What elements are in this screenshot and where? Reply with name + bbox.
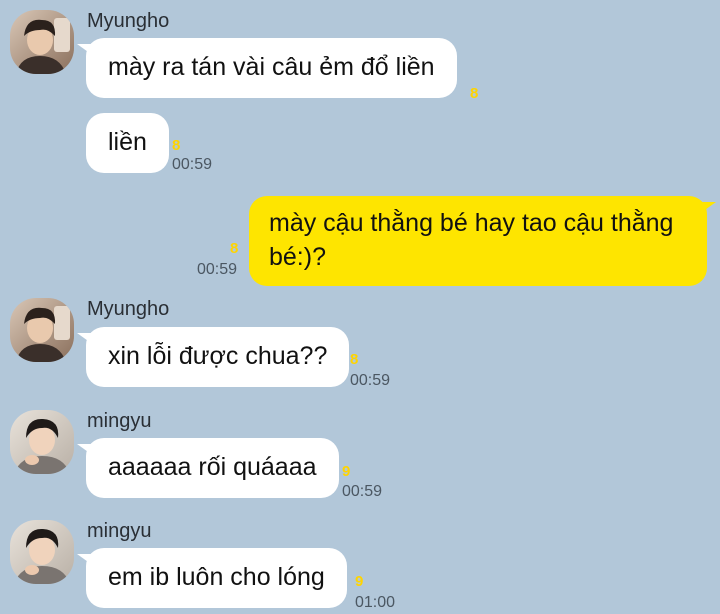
- unread-count: 8: [230, 240, 239, 257]
- message-timestamp: 00:59: [172, 156, 213, 173]
- mingyu-avatar-icon: [10, 410, 74, 474]
- message-timestamp: 00:59: [197, 261, 238, 278]
- sender-name-mingyu: mingyu: [87, 410, 152, 432]
- mingyu-avatar-icon: [10, 520, 74, 584]
- message-text: liền: [108, 128, 147, 156]
- unread-count: 8: [470, 85, 479, 102]
- message-text: aaaaaa rối quáaaa: [108, 453, 317, 481]
- sender-name-myungho: Myungho: [87, 10, 170, 32]
- message-timestamp: 01:00: [355, 594, 396, 611]
- message-bubble-incoming[interactable]: liền: [86, 113, 169, 173]
- unread-count: 8: [172, 137, 181, 154]
- sender-name-mingyu: mingyu: [87, 520, 152, 542]
- message-timestamp: 00:59: [350, 372, 391, 389]
- message-text: mày ra tán vài câu ẻm đổ liền: [108, 53, 435, 81]
- message-bubble-incoming[interactable]: aaaaaa rối quáaaa: [77, 438, 339, 498]
- sender-name-myungho: Myungho: [87, 298, 170, 320]
- message-bubble-incoming[interactable]: mày ra tán vài câu ẻm đổ liền: [77, 38, 457, 98]
- unread-count: 8: [350, 351, 359, 368]
- message-bubble-incoming[interactable]: xin lỗi được chua??: [76, 327, 350, 387]
- myungho-avatar[interactable]: [10, 298, 74, 362]
- unread-count: 9: [355, 573, 364, 590]
- message-bubble-outgoing[interactable]: mày cậu thằng bé hay tao cậu thằng bé:)?: [249, 196, 716, 286]
- message-bubble-incoming[interactable]: em ib luôn cho lóng: [77, 548, 347, 608]
- message-text: em ib luôn cho lóng: [108, 563, 325, 591]
- message-text: mày cậu thằng bé hay tao cậu thằng bé:)?: [269, 209, 674, 271]
- message-timestamp: 00:59: [342, 483, 383, 500]
- message-text: xin lỗi được chua??: [108, 342, 328, 370]
- chat-room: Myungho mày ra tán vài câu ẻm đổ liền 8 …: [0, 0, 720, 614]
- myungho-avatar[interactable]: [10, 10, 74, 74]
- mingyu-avatar[interactable]: [10, 520, 74, 584]
- myungho-avatar-icon: [10, 10, 74, 74]
- mingyu-avatar[interactable]: [10, 410, 74, 474]
- unread-count: 9: [342, 463, 351, 480]
- myungho-avatar-icon: [10, 298, 74, 362]
